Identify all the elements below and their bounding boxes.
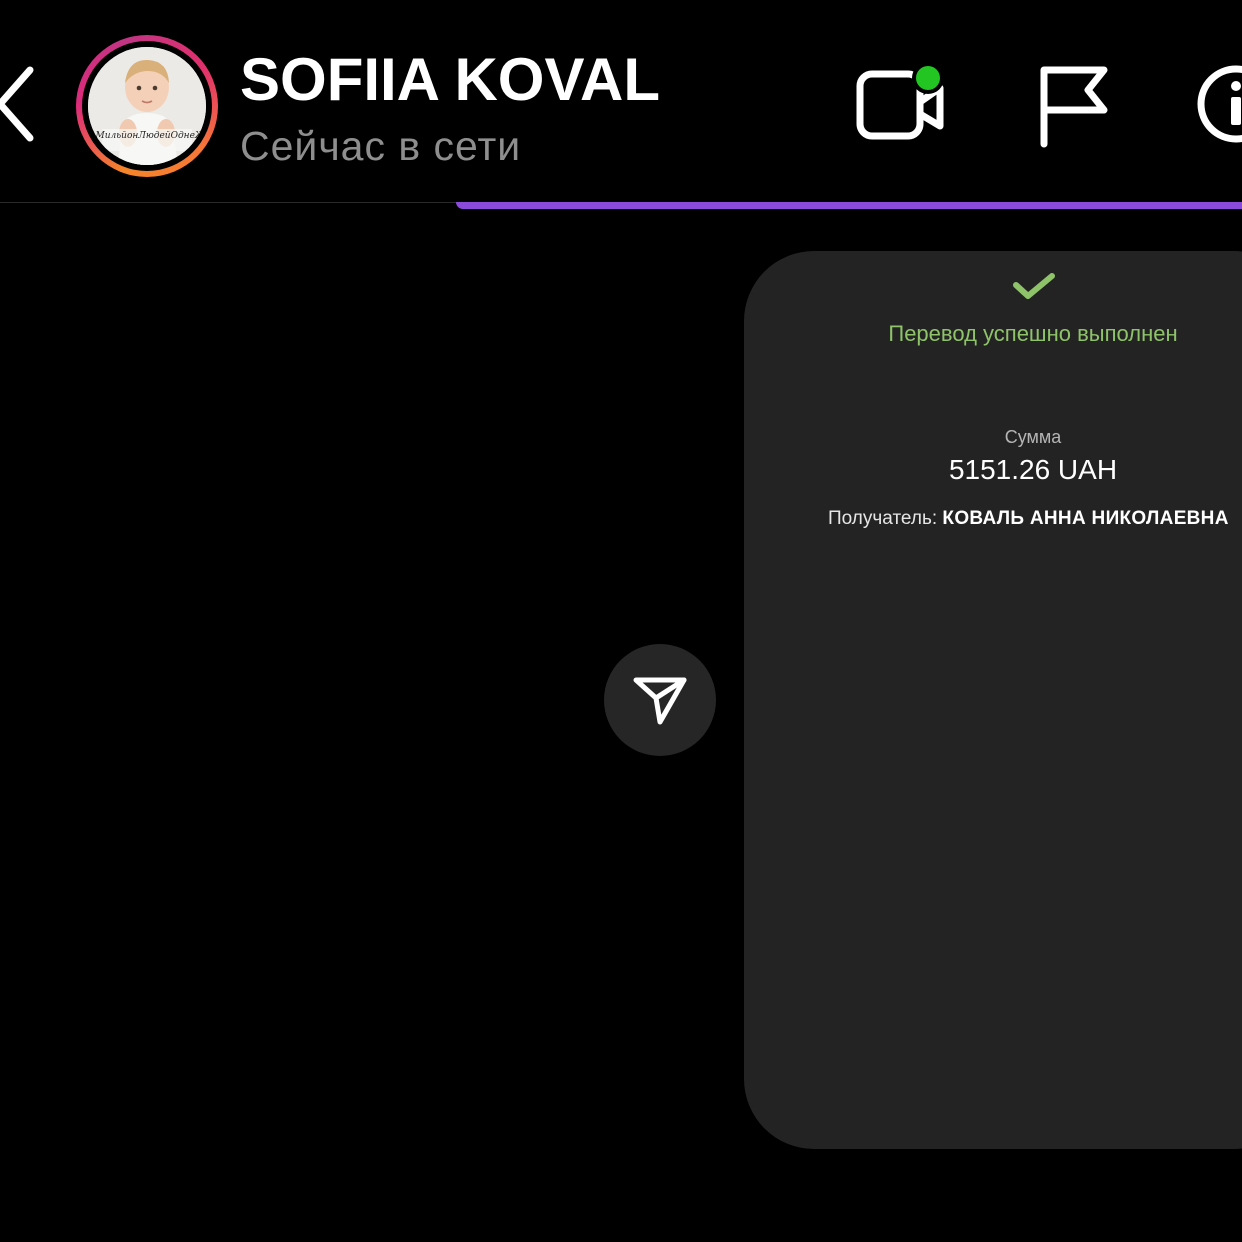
chat-screen: #МильйонЛюдейОднеЖиття SOFIIA KOVAL Сейч… [0,0,1242,1242]
avatar-story-ring[interactable]: #МильйонЛюдейОднеЖиття [76,35,218,177]
online-indicator-icon [916,66,940,90]
avatar: #МильйонЛюдейОднеЖиття [88,47,206,165]
chevron-left-icon [0,66,34,142]
recipient-label: Получатель: [828,508,938,529]
video-call-button[interactable] [856,60,948,146]
amount-value: 5151.26 UAH [948,454,1118,485]
avatar-caption: #МильйонЛюдейОднеЖиття [88,131,206,141]
flag-icon [1040,66,1108,148]
child-photo [88,47,206,165]
video-call-icon [856,62,944,140]
send-icon [633,677,687,725]
recipient-name: КОВАЛЬ АННА НИКОЛАЕВНА [942,508,1229,529]
info-button[interactable] [1196,64,1242,144]
header-divider [0,202,460,203]
transfer-status: Перевод успешно выполнен [888,321,1178,346]
transfer-receipt-message[interactable]: Перевод успешно выполнен Сумма 5151.26 U… [744,251,1242,1149]
contact-name[interactable]: SOFIIA KOVAL [240,46,660,114]
recipient-row: Получатель: КОВАЛЬ АННА НИКОЛАЕВНА [828,506,1229,532]
back-button[interactable] [0,62,46,146]
checkmark-icon [1013,273,1055,299]
header-accent-bar [456,202,1242,209]
share-button[interactable] [604,644,716,756]
info-icon [1197,65,1242,143]
amount-label: Сумма [1004,427,1062,447]
report-button[interactable] [1036,64,1112,148]
online-status: Сейчас в сети [240,123,522,169]
chat-header: #МильйонЛюдейОднеЖиття SOFIIA KOVAL Сейч… [0,0,1242,209]
